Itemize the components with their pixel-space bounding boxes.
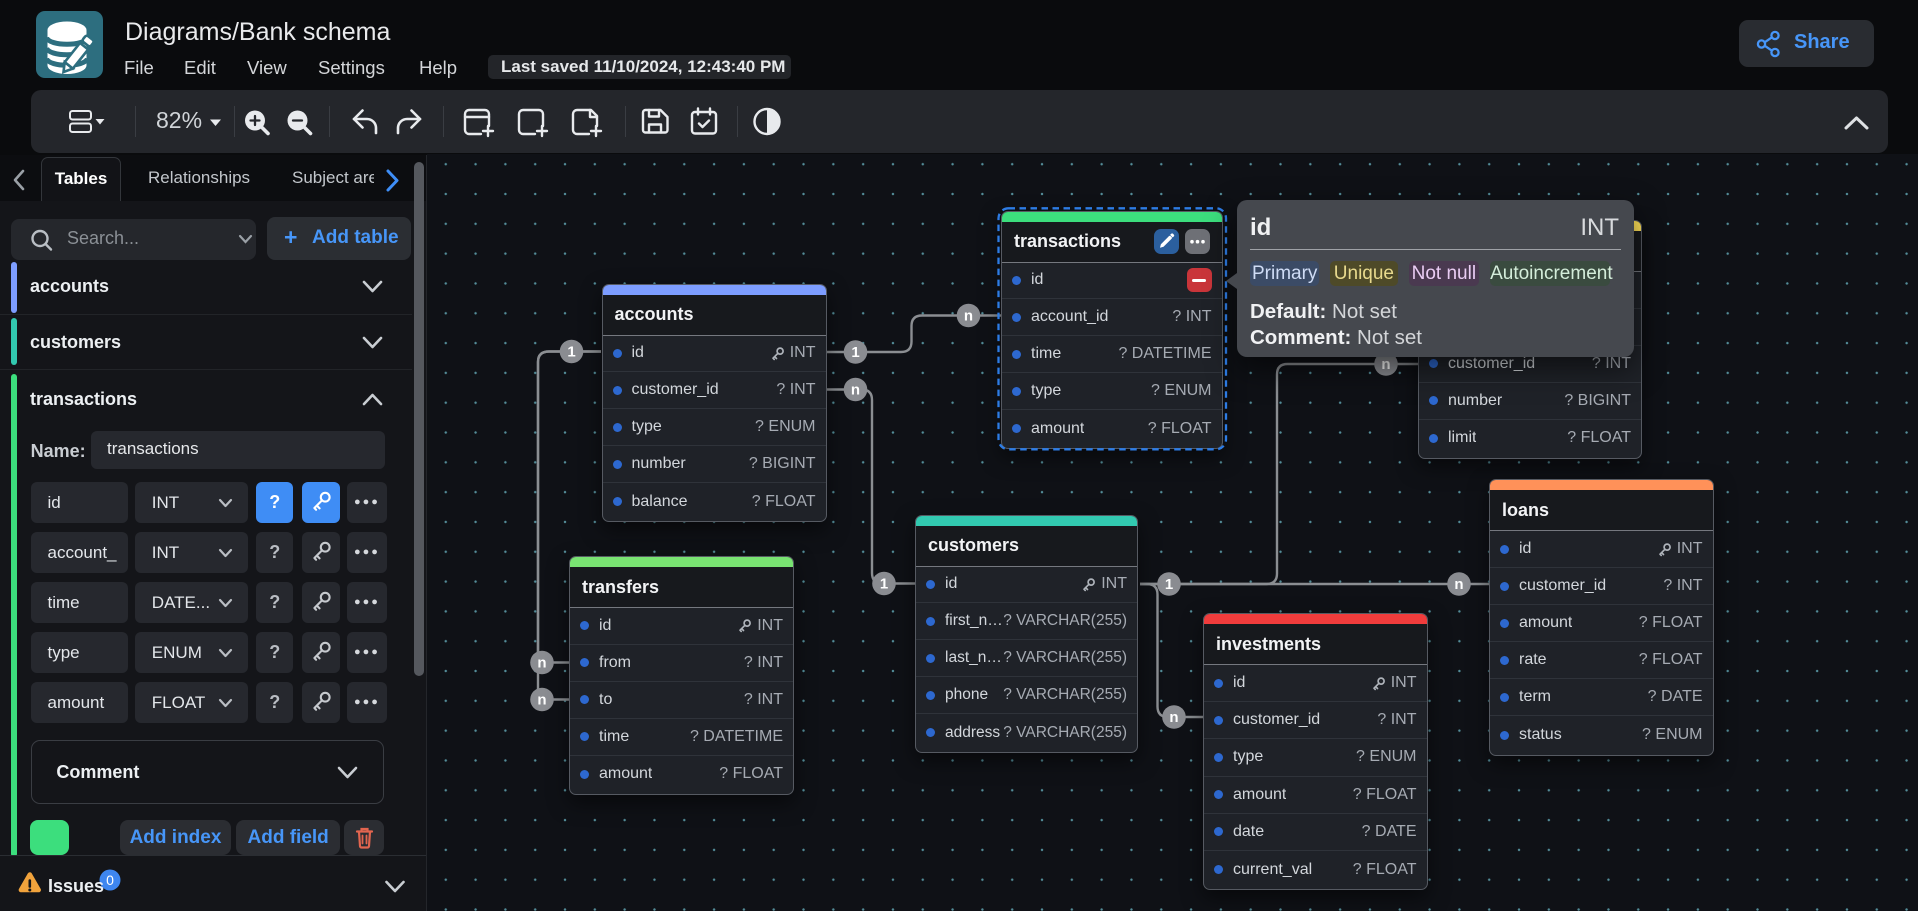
svg-text:1: 1 [851,344,859,361]
svg-text:n: n [1454,576,1463,593]
svg-text:n: n [964,308,973,325]
svg-text:1: 1 [567,344,575,361]
svg-text:n: n [1169,709,1178,726]
svg-text:n: n [1381,356,1390,373]
svg-text:n: n [851,382,860,399]
svg-text:n: n [537,655,546,672]
svg-text:0: 0 [106,872,114,888]
svg-text:n: n [537,692,546,709]
svg-text:1: 1 [1165,576,1173,593]
svg-text:1: 1 [880,576,888,593]
